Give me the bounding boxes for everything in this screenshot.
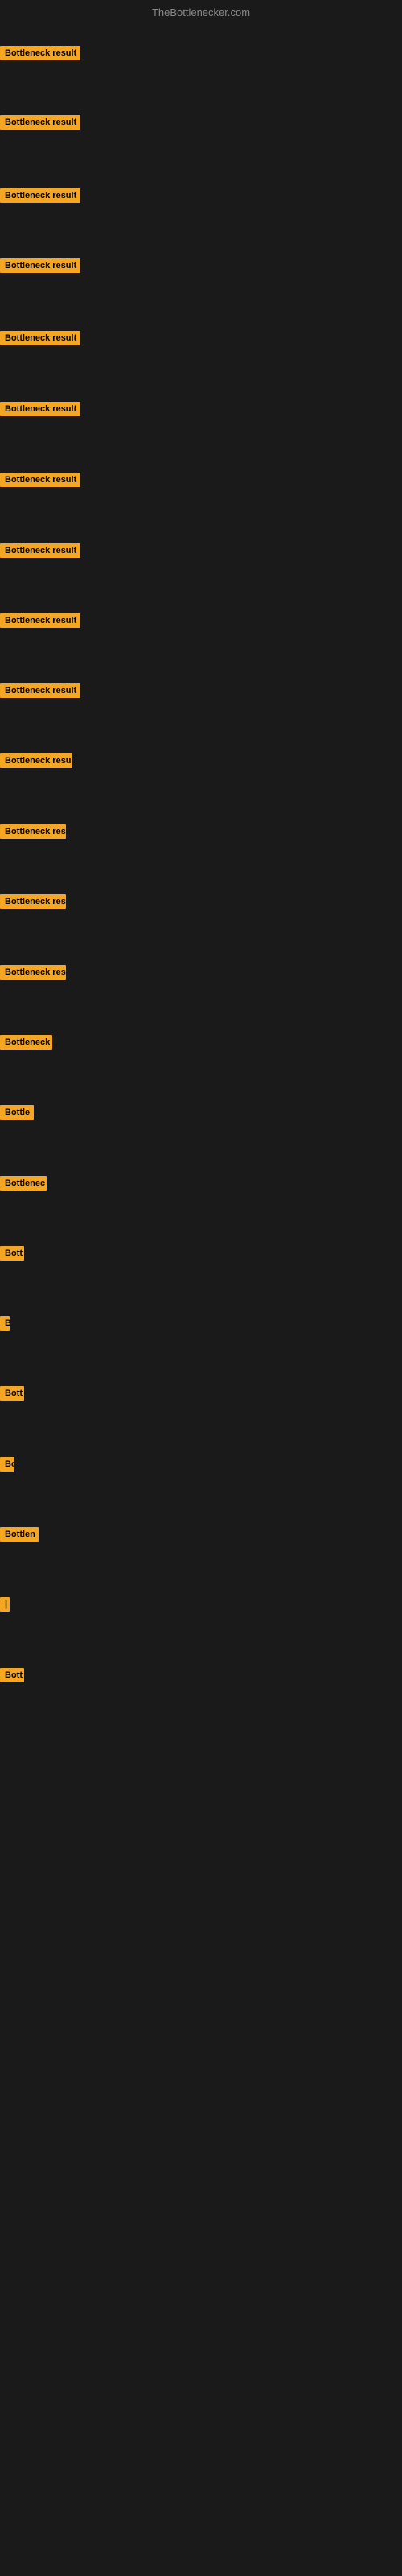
- bottleneck-result-badge: Bottlenec: [0, 1176, 47, 1191]
- bottleneck-result-badge: Bottleneck result: [0, 331, 80, 345]
- bottleneck-result-badge: Bottleneck result: [0, 473, 80, 487]
- bottleneck-result-badge: Bott: [0, 1386, 24, 1401]
- bottleneck-result-badge: Bottleneck result: [0, 46, 80, 60]
- bottleneck-result-badge: Bottleneck resu: [0, 965, 66, 980]
- bottleneck-result-badge: Bottleneck result: [0, 613, 80, 628]
- bottleneck-result-badge: Bottleneck resu: [0, 894, 66, 909]
- bottleneck-result-badge: Bottleneck: [0, 1035, 52, 1050]
- bottleneck-result-badge: Bottlen: [0, 1527, 39, 1542]
- bottleneck-result-badge: Bo: [0, 1457, 14, 1472]
- bottleneck-result-badge: Bottleneck resu: [0, 824, 66, 839]
- bottleneck-result-badge: Bott: [0, 1246, 24, 1261]
- bottleneck-result-badge: Bottleneck result: [0, 543, 80, 558]
- bottleneck-result-badge: B: [0, 1316, 10, 1331]
- bottleneck-result-badge: |: [0, 1597, 10, 1612]
- bottleneck-result-badge: Bottleneck result: [0, 188, 80, 203]
- bottleneck-result-badge: Bott: [0, 1668, 24, 1682]
- bottleneck-result-badge: Bottleneck result: [0, 258, 80, 273]
- bottleneck-result-badge: Bottleneck result: [0, 683, 80, 698]
- site-title: TheBottlenecker.com: [0, 6, 402, 19]
- bottleneck-result-badge: Bottleneck result: [0, 402, 80, 416]
- bottleneck-result-badge: Bottle: [0, 1105, 34, 1120]
- bottleneck-result-badge: Bottleneck result: [0, 115, 80, 130]
- bottleneck-result-badge: Bottleneck result: [0, 753, 72, 768]
